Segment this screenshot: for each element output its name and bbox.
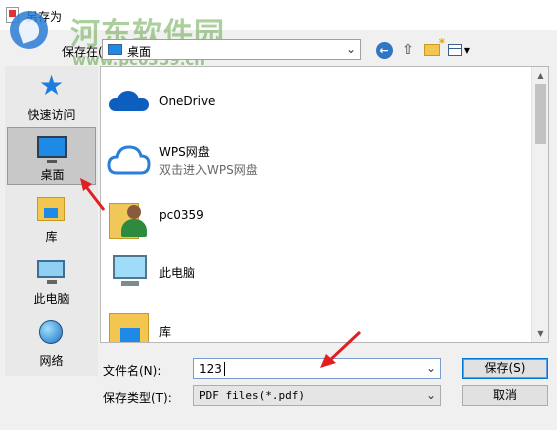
up-folder-button[interactable]: ⇧ bbox=[398, 40, 418, 60]
chevron-down-icon: ⌄ bbox=[345, 42, 356, 56]
computer-icon bbox=[37, 260, 65, 284]
place-library[interactable]: 库 bbox=[7, 190, 96, 248]
view-menu-button[interactable]: ▼ bbox=[446, 40, 472, 60]
file-subtitle: 双击进入WPS网盘 bbox=[159, 163, 258, 177]
file-item-wps-cloud[interactable]: WPS网盘 双击进入WPS网盘 bbox=[101, 131, 533, 191]
file-item-user[interactable]: pc0359 bbox=[101, 191, 533, 251]
file-name: pc0359 bbox=[159, 208, 204, 222]
library-icon bbox=[109, 313, 149, 342]
file-name: 此电脑 bbox=[159, 266, 196, 280]
save-in-value: 桌面 bbox=[127, 45, 152, 59]
new-folder-icon bbox=[424, 36, 445, 56]
place-label: 网络 bbox=[39, 354, 64, 368]
filetype-select[interactable]: PDF files(*.pdf) ⌄ bbox=[193, 385, 441, 406]
place-network[interactable]: 网络 bbox=[7, 314, 96, 372]
chevron-down-icon[interactable]: ⌄ bbox=[426, 361, 436, 375]
network-icon bbox=[39, 320, 63, 344]
vertical-scrollbar[interactable]: ▲ ▼ bbox=[531, 67, 548, 342]
file-name: 库 bbox=[159, 325, 172, 339]
user-folder-icon bbox=[109, 197, 149, 239]
file-item-onedrive[interactable]: OneDrive bbox=[101, 69, 533, 129]
scroll-down-icon[interactable]: ▼ bbox=[532, 325, 548, 342]
library-icon bbox=[37, 197, 65, 221]
save-in-dropdown[interactable]: 桌面 ⌄ bbox=[102, 39, 361, 60]
new-folder-button[interactable] bbox=[421, 36, 445, 60]
place-this-pc[interactable]: 此电脑 bbox=[7, 252, 96, 310]
dropdown-arrow-icon: ▼ bbox=[463, 45, 471, 55]
desktop-icon bbox=[108, 44, 122, 55]
onedrive-icon bbox=[109, 91, 149, 111]
star-icon: ★ bbox=[39, 69, 65, 102]
up-folder-icon: ⇧ bbox=[402, 42, 414, 58]
scroll-up-icon[interactable]: ▲ bbox=[532, 67, 548, 84]
scroll-thumb[interactable] bbox=[535, 84, 546, 144]
filetype-label: 保存类型(T): bbox=[103, 391, 172, 405]
back-button[interactable]: ← bbox=[374, 40, 394, 60]
app-icon bbox=[6, 7, 19, 23]
file-name: OneDrive bbox=[159, 94, 216, 108]
computer-icon bbox=[111, 253, 151, 293]
cancel-button[interactable]: 取消 bbox=[462, 385, 548, 406]
view-menu-icon bbox=[447, 44, 462, 56]
file-list[interactable]: OneDrive WPS网盘 双击进入WPS网盘 pc0359 此电脑 库 ▲ … bbox=[100, 66, 549, 343]
filename-value: 123 bbox=[199, 362, 222, 376]
filename-label: 文件名(N): bbox=[103, 364, 162, 378]
places-bar: ★ 快速访问 桌面 库 此电脑 网络 bbox=[5, 66, 98, 376]
place-label: 快速访问 bbox=[27, 108, 76, 122]
place-quick-access[interactable]: ★ 快速访问 bbox=[7, 68, 96, 126]
wps-cloud-icon bbox=[107, 145, 151, 175]
chevron-down-icon: ⌄ bbox=[425, 388, 436, 402]
file-item-this-pc[interactable]: 此电脑 bbox=[101, 245, 533, 305]
text-caret bbox=[224, 362, 225, 376]
title-bar: 另存为 bbox=[0, 0, 557, 30]
file-item-library[interactable]: 库 bbox=[101, 303, 533, 342]
save-button[interactable]: 保存(S) bbox=[462, 358, 548, 379]
back-arrow-icon: ← bbox=[375, 41, 393, 59]
place-label: 桌面 bbox=[40, 168, 65, 182]
file-name: WPS网盘 bbox=[159, 145, 210, 159]
filename-input[interactable]: 123 ⌄ bbox=[193, 358, 441, 379]
place-label: 库 bbox=[45, 230, 58, 244]
desktop-icon bbox=[37, 136, 67, 163]
place-label: 此电脑 bbox=[33, 292, 70, 306]
window-title: 另存为 bbox=[26, 10, 63, 24]
place-desktop[interactable]: 桌面 bbox=[7, 127, 96, 185]
filetype-value: PDF files(*.pdf) bbox=[199, 389, 305, 402]
